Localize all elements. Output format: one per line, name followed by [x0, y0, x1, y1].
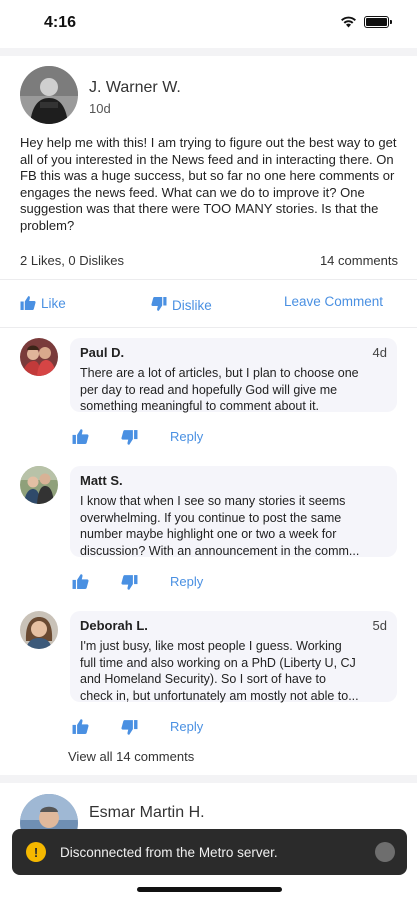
- home-indicator[interactable]: [137, 887, 282, 892]
- commenter-name[interactable]: Matt S.: [80, 473, 123, 488]
- status-icons: [340, 15, 392, 28]
- author-name[interactable]: J. Warner W.: [89, 79, 181, 97]
- comment-line: full time and also working on a PhD (Lib…: [80, 655, 356, 670]
- comment-actions: Reply: [72, 718, 272, 736]
- toast-message: Disconnected from the Metro server.: [60, 844, 278, 860]
- thumbs-up-icon[interactable]: [72, 428, 89, 445]
- post-body: Hey help me with this! I am trying to fi…: [20, 135, 397, 233]
- comment-line: per day to read and hopefully God will g…: [80, 382, 338, 397]
- author-name[interactable]: Esmar Martin H.: [89, 804, 205, 822]
- wifi-icon: [341, 16, 356, 28]
- thumbs-up-icon: [20, 296, 36, 310]
- thumbs-down-icon: [151, 296, 167, 311]
- leave-comment-button[interactable]: Leave Comment: [284, 294, 383, 309]
- comment-line: There are a lot of articles, but I plan …: [80, 366, 359, 380]
- status-time: 4:16: [44, 14, 77, 31]
- comment-text: There are a lot of articles, but I plan …: [80, 365, 387, 415]
- comment-actions: Reply: [72, 573, 272, 591]
- dismiss-toast-icon[interactable]: [375, 842, 395, 862]
- reply-button[interactable]: Reply: [170, 719, 203, 734]
- comment-bubble: Paul D. 4d There are a lot of articles, …: [70, 338, 397, 415]
- likes-dislikes-count: 2 Likes, 0 Dislikes: [20, 253, 125, 268]
- connection-toast[interactable]: ! Disconnected from the Metro server.: [12, 829, 407, 875]
- post-header: J. Warner W. 10d: [20, 66, 181, 124]
- comments-count[interactable]: 14 comments: [320, 253, 398, 268]
- comment-bubble: Matt S. I know that when I see so many s…: [70, 466, 397, 559]
- commenter-avatar[interactable]: [20, 466, 58, 504]
- comment-line: overwhelming. If you continue to post th…: [80, 510, 342, 525]
- post-actions: Like Dislike Leave Comment: [20, 294, 398, 316]
- commenter-name[interactable]: Paul D.: [80, 345, 124, 360]
- feed-divider: [0, 48, 417, 56]
- comment-time: 4d: [372, 345, 387, 360]
- comment-bubble: Deborah L. 5d I'm just busy, like most p…: [70, 611, 397, 704]
- actions-divider: [0, 327, 417, 328]
- comment-time: 5d: [372, 618, 387, 633]
- thumbs-down-icon[interactable]: [121, 429, 138, 446]
- author-avatar[interactable]: [20, 66, 78, 124]
- comment-line: check in, but unfortunately am mostly no…: [80, 688, 359, 703]
- leave-comment-label: Leave Comment: [284, 294, 384, 309]
- comment-text: I know that when I see so many stories i…: [80, 493, 387, 559]
- comment-line: and Homeland Security). So I sort of hav…: [80, 672, 326, 686]
- commenter-avatar[interactable]: [20, 338, 58, 376]
- comment-line: discussion? With an announcement in the …: [80, 543, 360, 558]
- dislike-label: Dislike: [172, 298, 212, 313]
- post-age: 10d: [89, 101, 111, 116]
- commenter-name[interactable]: Deborah L.: [80, 618, 148, 633]
- stats-divider: [0, 279, 417, 280]
- comment-text: I'm just busy, like most people I guess.…: [80, 638, 387, 704]
- post-stats: 2 Likes, 0 Dislikes 14 comments: [20, 253, 398, 268]
- author-block: J. Warner W. 10d: [89, 66, 181, 124]
- comment-line: I'm just busy, like most people I guess.…: [80, 639, 342, 653]
- view-all-comments-link[interactable]: View all 14 comments: [68, 749, 194, 764]
- feed-divider: [0, 775, 417, 783]
- comment-line: I know that when I see so many stories i…: [80, 494, 346, 508]
- battery-icon: [364, 15, 392, 28]
- comment-line: something meaningful to comment about it…: [80, 399, 320, 413]
- like-label: Like: [41, 295, 66, 311]
- reply-button[interactable]: Reply: [170, 429, 203, 444]
- dislike-button[interactable]: Dislike: [151, 294, 212, 313]
- thumbs-up-icon[interactable]: [72, 718, 89, 735]
- reply-button[interactable]: Reply: [170, 574, 203, 589]
- comment-actions: Reply: [72, 428, 272, 446]
- thumbs-up-icon[interactable]: [72, 573, 89, 590]
- thumbs-down-icon[interactable]: [121, 719, 138, 736]
- commenter-avatar[interactable]: [20, 611, 58, 649]
- warning-icon: !: [26, 842, 46, 862]
- thumbs-down-icon[interactable]: [121, 574, 138, 591]
- comment-line: number maybe highlight one or two a week…: [80, 527, 337, 541]
- status-bar: 4:16: [0, 0, 417, 46]
- like-button[interactable]: Like: [20, 295, 66, 311]
